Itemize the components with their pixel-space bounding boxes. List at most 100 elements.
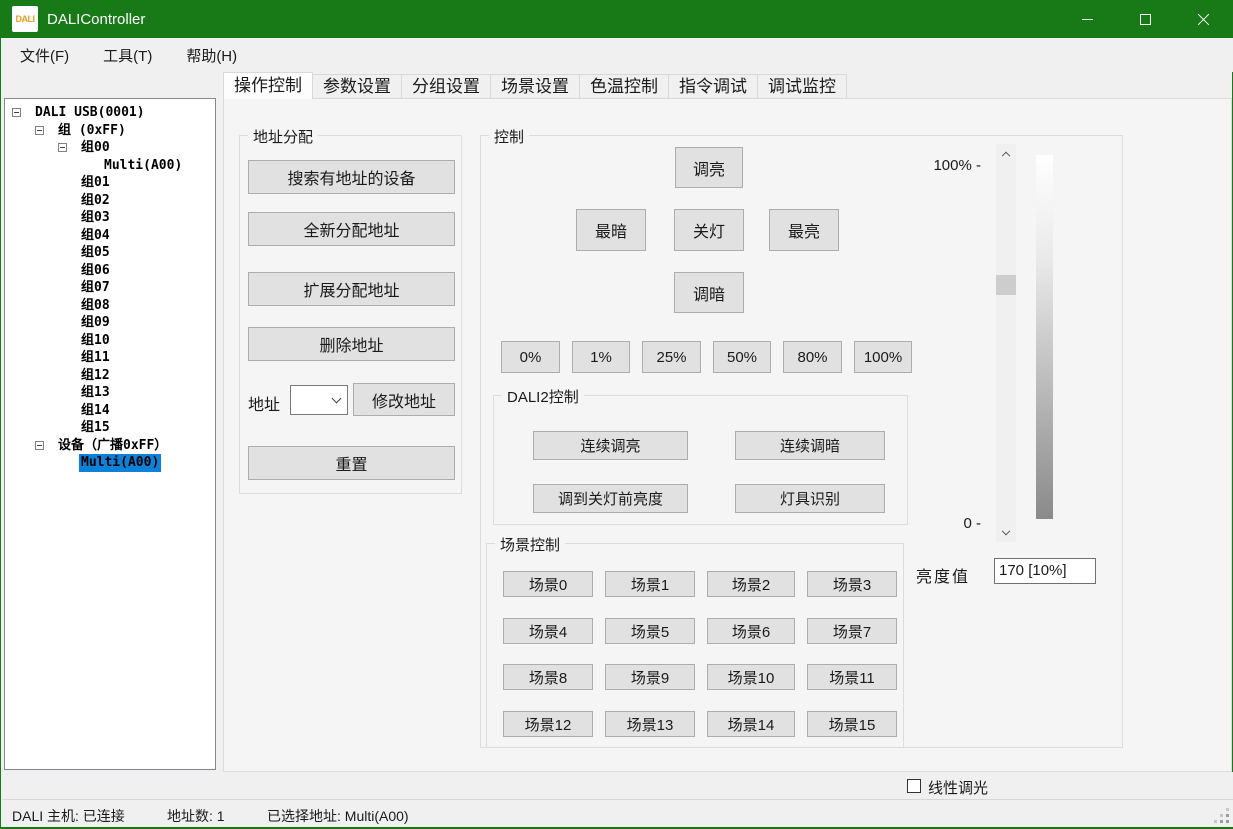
tree-item-device-broadcast[interactable]: 设备（广播0xFF） bbox=[5, 437, 215, 455]
continuous-dim-button[interactable]: 连续调暗 bbox=[735, 431, 885, 460]
continuous-brighten-button[interactable]: 连续调亮 bbox=[533, 431, 688, 460]
scene-2-button[interactable]: 场景2 bbox=[707, 571, 795, 597]
tree-item-group00[interactable]: 组00 bbox=[5, 139, 215, 157]
scene-6-button[interactable]: 场景6 bbox=[707, 618, 795, 644]
collapse-icon[interactable] bbox=[35, 441, 44, 450]
brightest-button[interactable]: 最亮 bbox=[769, 209, 839, 251]
menu-help[interactable]: 帮助(H) bbox=[176, 40, 247, 71]
resize-grip[interactable] bbox=[1226, 820, 1229, 823]
tab-color-temp-control[interactable]: 色温控制 bbox=[580, 74, 669, 99]
scene-12-button[interactable]: 场景12 bbox=[503, 711, 593, 737]
footer-row: 线性调光 bbox=[2, 772, 1233, 799]
luminaire-identify-button[interactable]: 灯具识别 bbox=[735, 484, 885, 513]
tab-debug-monitor[interactable]: 调试监控 bbox=[758, 74, 847, 99]
menu-bar: 文件(F) 工具(T) 帮助(H) bbox=[2, 38, 1233, 72]
collapse-icon[interactable] bbox=[12, 108, 21, 117]
light-off-button[interactable]: 关灯 bbox=[674, 209, 744, 251]
collapse-icon[interactable] bbox=[35, 126, 44, 135]
menu-tools[interactable]: 工具(T) bbox=[93, 40, 162, 71]
scene-5-button[interactable]: 场景5 bbox=[605, 618, 695, 644]
scroll-down-button[interactable] bbox=[996, 525, 1016, 542]
brightness-gradient-bar bbox=[1036, 155, 1053, 519]
slider-max-label: 100% - bbox=[881, 157, 981, 174]
maximize-button[interactable] bbox=[1116, 0, 1174, 38]
tree-item-group09[interactable]: 组09 bbox=[5, 314, 215, 332]
scene-10-button[interactable]: 场景10 bbox=[707, 664, 795, 690]
operation-control-page: 地址分配 搜索有地址的设备 全新分配地址 扩展分配地址 删除地址 地址 修改地址… bbox=[223, 98, 1232, 772]
tab-parameter-settings[interactable]: 参数设置 bbox=[313, 74, 402, 99]
scene-4-button[interactable]: 场景4 bbox=[503, 618, 593, 644]
scroll-up-button[interactable] bbox=[996, 144, 1016, 161]
reset-button[interactable]: 重置 bbox=[248, 446, 455, 480]
maximize-icon bbox=[1140, 14, 1151, 25]
tree-item-group-root[interactable]: 组 (0xFF) bbox=[5, 122, 215, 140]
tree-item-group03[interactable]: 组03 bbox=[5, 209, 215, 227]
percent-25-button[interactable]: 25% bbox=[642, 341, 701, 373]
scene-14-button[interactable]: 场景14 bbox=[707, 711, 795, 737]
tree-item-multi-a00[interactable]: Multi(A00) bbox=[5, 157, 215, 175]
extend-assign-address-button[interactable]: 扩展分配地址 bbox=[248, 272, 455, 306]
address-allocation-title: 地址分配 bbox=[248, 126, 318, 147]
tree-item-group11[interactable]: 组11 bbox=[5, 349, 215, 367]
dim-button[interactable]: 调暗 bbox=[674, 272, 744, 313]
modify-address-button[interactable]: 修改地址 bbox=[353, 383, 455, 416]
tree-item-group15[interactable]: 组15 bbox=[5, 419, 215, 437]
tab-scene-settings[interactable]: 场景设置 bbox=[491, 74, 580, 99]
scene-9-button[interactable]: 场景9 bbox=[605, 664, 695, 690]
linear-dimming-checkbox[interactable] bbox=[907, 779, 921, 793]
minimize-button[interactable] bbox=[1058, 0, 1116, 38]
percent-100-button[interactable]: 100% bbox=[854, 341, 912, 373]
scene-8-button[interactable]: 场景8 bbox=[503, 664, 593, 690]
percent-50-button[interactable]: 50% bbox=[713, 341, 771, 373]
percent-80-button[interactable]: 80% bbox=[783, 341, 842, 373]
scene-13-button[interactable]: 场景13 bbox=[605, 711, 695, 737]
tree-item-group13[interactable]: 组13 bbox=[5, 384, 215, 402]
tree-item-root[interactable]: DALI USB(0001) bbox=[5, 104, 215, 122]
assign-new-address-button[interactable]: 全新分配地址 bbox=[248, 212, 455, 246]
title-bar: DALI DALIController bbox=[1, 0, 1232, 38]
device-tree: DALI USB(0001) 组 (0xFF) 组00 Multi(A00) 组… bbox=[4, 98, 216, 770]
tree-item-multi-a00-selected[interactable]: Multi(A00) bbox=[5, 454, 215, 472]
scene-7-button[interactable]: 场景7 bbox=[807, 618, 897, 644]
tab-operation-control[interactable]: 操作控制 bbox=[223, 72, 313, 99]
tree-item-group14[interactable]: 组14 bbox=[5, 402, 215, 420]
window-title: DALIController bbox=[47, 11, 145, 28]
tree-item-group07[interactable]: 组07 bbox=[5, 279, 215, 297]
percent-0-button[interactable]: 0% bbox=[501, 341, 560, 373]
scene-0-button[interactable]: 场景0 bbox=[503, 571, 593, 597]
tree-item-group10[interactable]: 组10 bbox=[5, 332, 215, 350]
tree-item-group05[interactable]: 组05 bbox=[5, 244, 215, 262]
brighten-button[interactable]: 调亮 bbox=[675, 147, 743, 188]
scrollbar-thumb[interactable] bbox=[996, 275, 1016, 295]
scene-1-button[interactable]: 场景1 bbox=[605, 571, 695, 597]
search-addressed-devices-button[interactable]: 搜索有地址的设备 bbox=[248, 160, 455, 194]
status-selected-address: 已选择地址: Multi(A00) bbox=[267, 806, 409, 826]
status-bar: DALI 主机: 已连接 地址数: 1 已选择地址: Multi(A00) bbox=[2, 799, 1233, 827]
percent-1-button[interactable]: 1% bbox=[572, 341, 630, 373]
brightness-value-field[interactable]: 170 [10%] bbox=[994, 558, 1096, 584]
tab-command-debug[interactable]: 指令调试 bbox=[669, 74, 758, 99]
address-label: 地址 bbox=[248, 391, 280, 415]
tab-grouping-settings[interactable]: 分组设置 bbox=[402, 74, 491, 99]
tree-item-group02[interactable]: 组02 bbox=[5, 192, 215, 210]
tree-item-group08[interactable]: 组08 bbox=[5, 297, 215, 315]
delete-address-button[interactable]: 删除地址 bbox=[248, 327, 455, 361]
scene-3-button[interactable]: 场景3 bbox=[807, 571, 897, 597]
tree-item-group01[interactable]: 组01 bbox=[5, 174, 215, 192]
recall-last-level-button[interactable]: 调到关灯前亮度 bbox=[533, 484, 688, 513]
menu-file[interactable]: 文件(F) bbox=[10, 40, 79, 71]
address-combobox[interactable] bbox=[290, 385, 348, 415]
close-button[interactable] bbox=[1174, 0, 1232, 38]
tree-item-group12[interactable]: 组12 bbox=[5, 367, 215, 385]
collapse-icon[interactable] bbox=[58, 143, 67, 152]
app-window: DALI DALIController 文件(F) 工具(T) 帮助(H) DA… bbox=[0, 0, 1233, 829]
chevron-down-icon bbox=[1002, 526, 1010, 534]
scene-11-button[interactable]: 场景11 bbox=[807, 664, 897, 690]
dimmest-button[interactable]: 最暗 bbox=[576, 209, 646, 251]
chevron-up-icon bbox=[1002, 151, 1010, 159]
brightness-scrollbar[interactable] bbox=[996, 144, 1016, 542]
tree-item-group04[interactable]: 组04 bbox=[5, 227, 215, 245]
scene-15-button[interactable]: 场景15 bbox=[807, 711, 897, 737]
tree-item-group06[interactable]: 组06 bbox=[5, 262, 215, 280]
status-address-count: 地址数: 1 bbox=[167, 806, 225, 826]
